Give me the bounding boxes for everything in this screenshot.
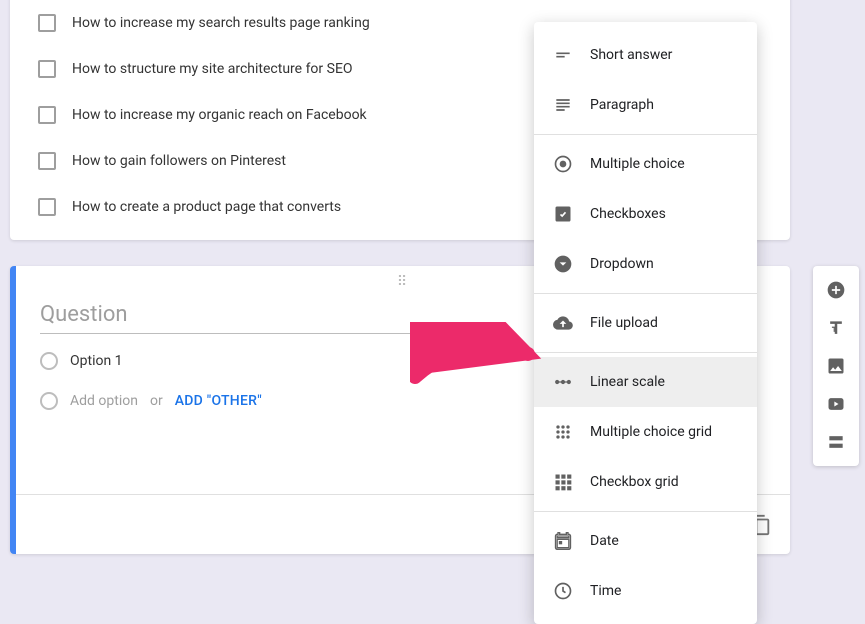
menu-label: Checkbox grid bbox=[590, 474, 679, 490]
menu-label: Time bbox=[590, 583, 621, 599]
checkbox-label: How to increase my search results page r… bbox=[72, 15, 370, 31]
menu-divider bbox=[534, 134, 757, 135]
menu-label: Dropdown bbox=[590, 256, 654, 272]
option-label[interactable]: Option 1 bbox=[70, 353, 123, 369]
date-icon bbox=[552, 530, 574, 552]
menu-item-checkboxes[interactable]: Checkboxes bbox=[534, 189, 757, 239]
menu-item-cb-grid[interactable]: Checkbox grid bbox=[534, 457, 757, 507]
radio-icon bbox=[40, 392, 58, 410]
question-title-input[interactable]: Question bbox=[40, 302, 461, 334]
checkbox-label: How to gain followers on Pinterest bbox=[72, 153, 286, 169]
checkbox-icon bbox=[38, 198, 56, 216]
menu-item-mc-grid[interactable]: Multiple choice grid bbox=[534, 407, 757, 457]
linear-scale-icon bbox=[552, 371, 574, 393]
menu-divider bbox=[534, 352, 757, 353]
add-video-icon[interactable] bbox=[826, 394, 846, 414]
add-question-icon[interactable] bbox=[826, 280, 846, 300]
add-image-icon[interactable] bbox=[826, 356, 846, 376]
checkbox-label: How to structure my site architecture fo… bbox=[72, 61, 353, 77]
menu-label: Multiple choice grid bbox=[590, 424, 712, 440]
menu-label: File upload bbox=[590, 315, 658, 331]
add-title-icon[interactable] bbox=[826, 318, 846, 338]
menu-item-time[interactable]: Time bbox=[534, 566, 757, 616]
drag-handle-icon[interactable]: ⠿ bbox=[397, 274, 409, 290]
or-text: or bbox=[150, 393, 163, 409]
checkbox-icon bbox=[38, 60, 56, 78]
menu-label: Short answer bbox=[590, 47, 672, 63]
menu-label: Multiple choice bbox=[590, 156, 685, 172]
menu-item-paragraph[interactable]: Paragraph bbox=[534, 80, 757, 130]
paragraph-icon bbox=[552, 94, 574, 116]
menu-divider bbox=[534, 511, 757, 512]
checkbox-icon bbox=[38, 152, 56, 170]
radio-icon bbox=[552, 153, 574, 175]
side-toolbar bbox=[813, 266, 859, 466]
menu-label: Linear scale bbox=[590, 374, 665, 390]
add-option-label[interactable]: Add option bbox=[70, 393, 138, 409]
menu-item-dropdown[interactable]: Dropdown bbox=[534, 239, 757, 289]
checkbox-filled-icon bbox=[552, 203, 574, 225]
menu-item-file-upload[interactable]: File upload bbox=[534, 298, 757, 348]
add-other-button[interactable]: ADD "OTHER" bbox=[175, 393, 262, 409]
menu-label: Date bbox=[590, 533, 619, 549]
cloud-upload-icon bbox=[552, 312, 574, 334]
grid-squares-icon bbox=[552, 471, 574, 493]
dropdown-icon bbox=[552, 253, 574, 275]
menu-label: Paragraph bbox=[590, 97, 654, 113]
radio-icon bbox=[40, 352, 58, 370]
question-type-menu: Short answer Paragraph Multiple choice C… bbox=[534, 22, 757, 624]
short-answer-icon bbox=[552, 44, 574, 66]
grid-dots-icon bbox=[552, 421, 574, 443]
menu-label: Checkboxes bbox=[590, 206, 666, 222]
menu-item-short-answer[interactable]: Short answer bbox=[534, 30, 757, 80]
menu-item-date[interactable]: Date bbox=[534, 516, 757, 566]
checkbox-icon bbox=[38, 106, 56, 124]
time-icon bbox=[552, 580, 574, 602]
add-section-icon[interactable] bbox=[826, 432, 846, 452]
menu-divider bbox=[534, 293, 757, 294]
checkbox-label: How to increase my organic reach on Face… bbox=[72, 107, 367, 123]
menu-item-linear-scale[interactable]: Linear scale bbox=[534, 357, 757, 407]
checkbox-icon bbox=[38, 14, 56, 32]
checkbox-label: How to create a product page that conver… bbox=[72, 199, 341, 215]
menu-item-multiple-choice[interactable]: Multiple choice bbox=[534, 139, 757, 189]
